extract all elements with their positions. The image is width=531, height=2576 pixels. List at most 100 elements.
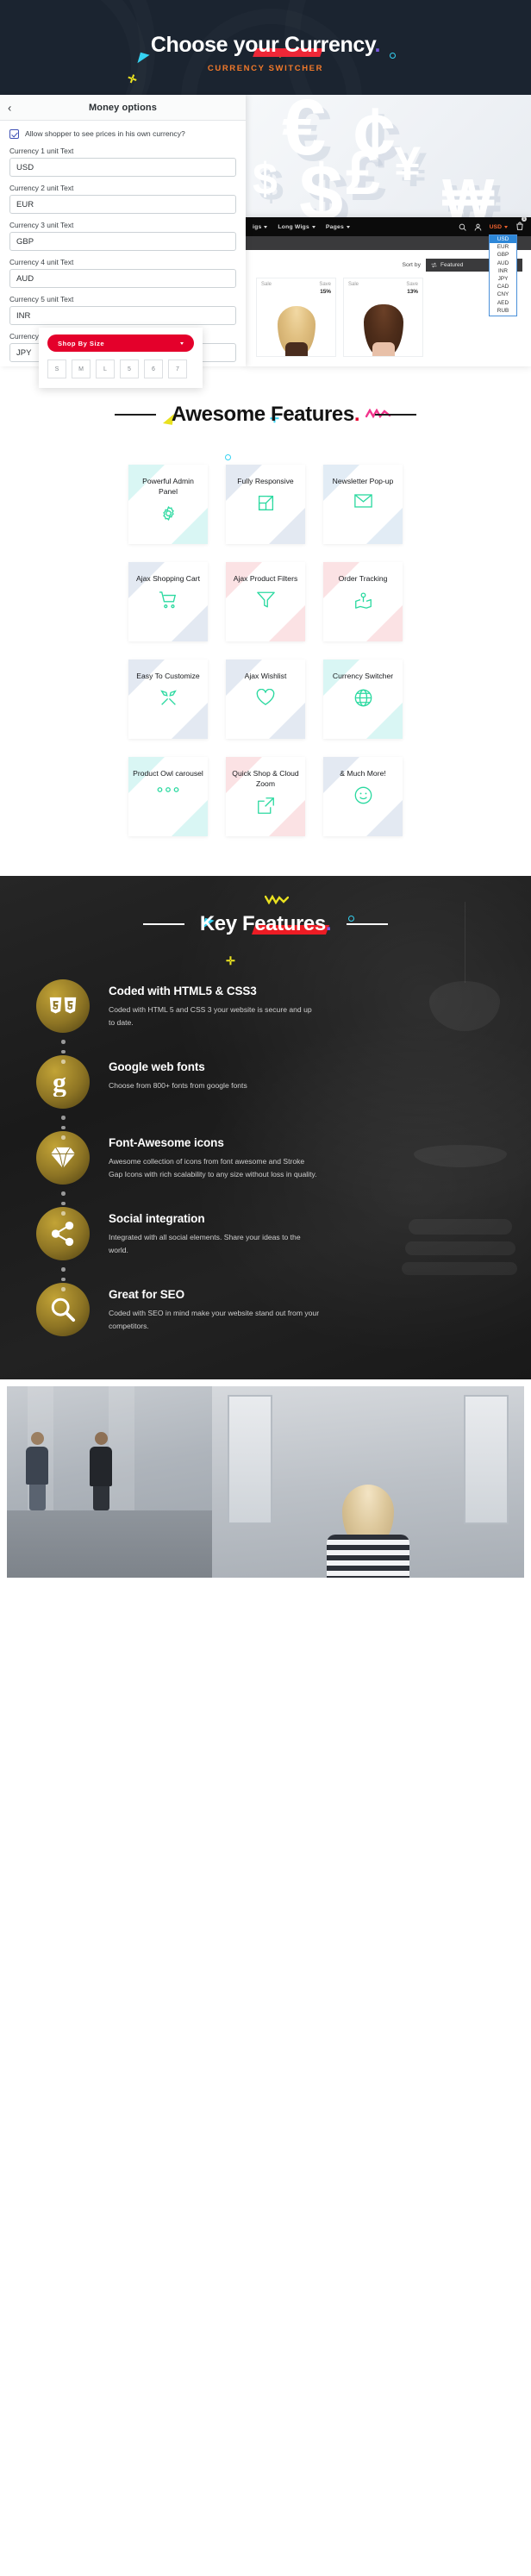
currency-1-label: Currency 1 unit Text [9, 147, 74, 156]
currency-switcher-button[interactable]: USD [490, 224, 508, 230]
awesome-features-section: ✛ Awesome Features. Powerful Admin Panel [0, 366, 531, 876]
key-feature-desc: Awesome collection of icons from font aw… [109, 1157, 317, 1179]
sale-badge: Sale [261, 282, 272, 287]
search-icon[interactable] [459, 223, 466, 231]
chevron-down-icon [180, 341, 184, 345]
feature-card-wishlist[interactable]: Ajax Wishlist [226, 660, 305, 739]
hero-title-dot: . [374, 32, 381, 57]
chevron-left-icon[interactable]: ‹ [8, 102, 11, 113]
feature-title: Ajax Product Filters [233, 574, 298, 583]
panel-header: ‹ Money options [0, 95, 246, 121]
shop-by-size-button[interactable]: Shop By Size [47, 335, 194, 352]
currency-switcher-label: USD [489, 223, 502, 230]
size-chip-5[interactable]: 5 [120, 360, 139, 378]
currency-5-input[interactable]: INR [9, 306, 236, 326]
size-chip-list: S M L 5 6 7 [47, 360, 194, 378]
feature-card-currency-switcher[interactable]: Currency Switcher [323, 660, 403, 739]
hero-title-text: Choose your Currency [150, 32, 375, 57]
currency-option-rub[interactable]: RUB [490, 307, 516, 315]
feature-card-order-tracking[interactable]: Order Tracking [323, 562, 403, 641]
save-badge: Save 15% [319, 282, 331, 296]
currency-option-cad[interactable]: CAD [490, 283, 516, 291]
currency-4-input[interactable]: AUD [9, 269, 236, 289]
size-chip-7[interactable]: 7 [168, 360, 187, 378]
feature-title: Ajax Shopping Cart [135, 574, 201, 583]
features-grid: Powerful Admin Panel Fully Responsive Ne… [0, 465, 531, 836]
currency-2-input[interactable]: EUR [9, 195, 236, 215]
own-currency-checkbox-row[interactable]: Allow shopper to see prices in his own c… [9, 128, 236, 139]
card-corner-decor [172, 605, 208, 641]
size-chip-l[interactable]: L [96, 360, 115, 378]
shop-by-size-widget: Shop By Size S M L 5 6 7 [39, 328, 203, 388]
sale-badge: Sale [348, 282, 359, 287]
currency-3-input[interactable]: GBP [9, 232, 236, 252]
feature-card-newsletter[interactable]: Newsletter Pop-up [323, 465, 403, 544]
size-chip-6[interactable]: 6 [144, 360, 163, 378]
page-root: ✛ Choose your Currency. CURRENCY SWITCHE… [0, 0, 531, 1578]
heading-rule-right [347, 923, 389, 925]
feature-card-owl-carousel[interactable]: Product Owl carousel [128, 757, 208, 836]
product-card[interactable]: Sale Save 13% [343, 278, 423, 357]
globe-icon [354, 689, 372, 707]
currency-option-cny[interactable]: CNY [490, 291, 516, 298]
product-image-blonde-wig [277, 306, 315, 356]
nav-item-pages[interactable]: Pages [326, 224, 350, 230]
currency-option-usd[interactable]: USD [490, 235, 516, 244]
cart-button[interactable]: 1 [515, 217, 527, 234]
key-feature-social: Social integration Integrated with all s… [36, 1207, 531, 1291]
save-badge-value: 15% [320, 288, 331, 295]
size-chip-m[interactable]: M [72, 360, 91, 378]
currency-dropdown-menu[interactable]: USD EUR GBP AUD INR JPY CAD CNY AED RUB [489, 234, 517, 316]
timeline-dots [61, 1267, 66, 1291]
cart-count-badge: 1 [522, 217, 527, 222]
expand-icon [257, 494, 275, 512]
size-chip-s[interactable]: S [47, 360, 66, 378]
product-card[interactable]: Sale Save 15% [256, 278, 336, 357]
chevron-down-icon [264, 225, 268, 228]
nav-item-wigs[interactable]: igs [253, 224, 268, 230]
feature-card-admin-panel[interactable]: Powerful Admin Panel [128, 465, 208, 544]
currency-5-field: Currency 5 unit Text INR [9, 295, 236, 326]
map-pin-icon [354, 591, 372, 610]
currency-1-input[interactable]: USD [9, 158, 236, 178]
key-feature-title: Great for SEO [109, 1288, 184, 1301]
hero-banner: ✛ Choose your Currency. CURRENCY SWITCHE… [0, 0, 531, 95]
timeline-dots [61, 1116, 66, 1140]
feature-title: Quick Shop & Cloud Zoom [232, 769, 299, 789]
user-icon[interactable] [474, 223, 482, 231]
panel-body: Allow shopper to see prices in his own c… [0, 121, 246, 363]
chevron-down-icon [311, 225, 315, 228]
chevron-down-icon [346, 225, 350, 228]
currency-option-eur[interactable]: EUR [490, 243, 516, 251]
feature-card-easy-customize[interactable]: Easy To Customize [128, 660, 208, 739]
share-square-icon [257, 797, 275, 815]
feature-card-shopping-cart[interactable]: Ajax Shopping Cart [128, 562, 208, 641]
save-badge-value: 13% [407, 288, 418, 295]
currency-option-gbp[interactable]: GBP [490, 251, 516, 259]
shopping-bag-icon [516, 222, 523, 230]
striped-top [327, 1535, 409, 1578]
currency-option-jpy[interactable]: JPY [490, 275, 516, 283]
feature-card-quick-shop[interactable]: Quick Shop & Cloud Zoom [226, 757, 305, 836]
currency-option-inr[interactable]: INR [490, 267, 516, 275]
feature-title: Ajax Wishlist [244, 672, 287, 680]
heart-icon [256, 689, 275, 706]
card-corner-decor [172, 800, 208, 836]
feature-card-much-more[interactable]: & Much More! [323, 757, 403, 836]
nav-item-long-wigs[interactable]: Long Wigs [278, 224, 315, 230]
nav-item-pages-label: Pages [325, 223, 344, 230]
currency-5-label: Currency 5 unit Text [9, 295, 74, 304]
card-corner-decor [366, 605, 403, 641]
checkbox-icon[interactable] [9, 129, 19, 139]
currency-option-aud[interactable]: AUD [490, 259, 516, 267]
currency-option-aed[interactable]: AED [490, 299, 516, 307]
tools-icon [159, 689, 178, 707]
currency-admin-composite: € ¢ £ ¥ $ $ ₩ igs Long Wigs Pages USD 1 … [0, 95, 531, 388]
person-figure [90, 1432, 112, 1510]
feature-card-responsive[interactable]: Fully Responsive [226, 465, 305, 544]
funnel-icon [256, 591, 275, 609]
currency-2-field: Currency 2 unit Text EUR [9, 184, 236, 215]
heading-dot: . [325, 912, 332, 935]
feature-title: Newsletter Pop-up [332, 477, 394, 485]
feature-card-product-filters[interactable]: Ajax Product Filters [226, 562, 305, 641]
